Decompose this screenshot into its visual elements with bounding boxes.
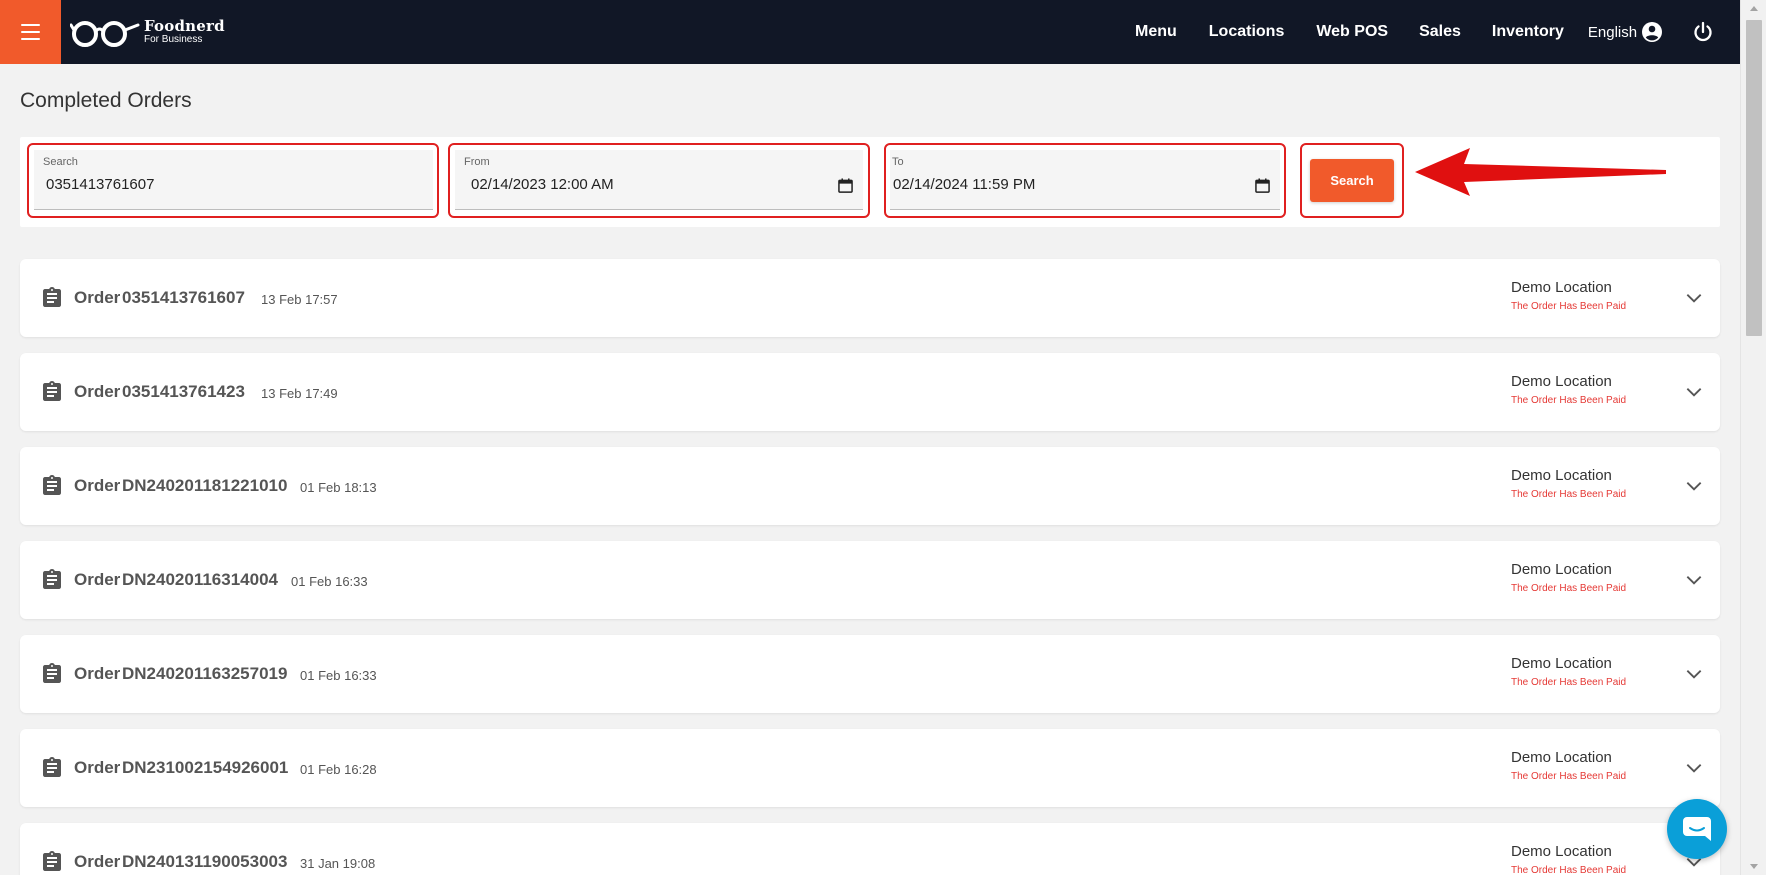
order-time: 01 Feb 16:33 [291, 574, 368, 589]
order-label: Order [74, 570, 121, 589]
order-time: 13 Feb 17:57 [261, 292, 338, 307]
clipboard-icon [43, 569, 61, 589]
clipboard-icon [43, 475, 61, 495]
hamburger-icon-bar [21, 24, 40, 26]
search-input[interactable] [46, 176, 416, 193]
order-label: Order [74, 382, 121, 401]
language-value: English [1587, 23, 1638, 41]
nav-links: Menu Locations Web POS Sales Inventory E… [1135, 0, 1663, 64]
to-field-label: To [892, 156, 904, 168]
chevron-down-icon[interactable] [1684, 288, 1704, 308]
calendar-icon[interactable] [838, 178, 853, 193]
hamburger-icon-bar [21, 38, 40, 40]
glasses-logo-icon [70, 21, 140, 47]
clipboard-icon [43, 381, 61, 401]
chevron-down-icon[interactable] [1684, 758, 1704, 778]
search-button[interactable]: Search [1310, 159, 1394, 202]
order-row[interactable]: Order DN24020116314004 01 Feb 16:33 Demo Lo… [20, 541, 1720, 619]
account-circle-icon[interactable] [1640, 20, 1664, 44]
order-time: 01 Feb 16:28 [300, 762, 377, 777]
order-row[interactable]: Order DN231002154926001 01 Feb 16:28 Demo L… [20, 729, 1720, 807]
order-id: DN231002154926001 [122, 758, 289, 777]
order-id: 0351413761423 [122, 382, 245, 401]
order-time: 31 Jan 19:08 [300, 856, 376, 871]
order-status: The Order Has Been Paid [1511, 395, 1627, 406]
clipboard-icon [43, 757, 61, 777]
calendar-icon[interactable] [1255, 178, 1270, 193]
hamburger-icon-bar [21, 31, 40, 33]
from-field-label: From [464, 156, 490, 168]
search-field[interactable]: Search [34, 150, 433, 210]
order-id: DN240201181221010 [122, 476, 288, 495]
order-row[interactable]: Order 0351413761607 13 Feb 17:57 Demo Locat… [20, 259, 1720, 337]
order-status: The Order Has Been Paid [1511, 583, 1627, 594]
order-label: Order [74, 852, 121, 871]
from-date-value: 02/14/2023 12:00 AM [471, 176, 614, 193]
order-location: Demo Location [1511, 843, 1612, 860]
order-label: Order [74, 288, 121, 307]
order-status: The Order Has Been Paid [1511, 301, 1627, 312]
chevron-down-icon[interactable] [1684, 570, 1704, 590]
nav-link-inventory[interactable]: Inventory [1492, 23, 1564, 41]
chat-button[interactable] [1667, 799, 1727, 859]
order-location: Demo Location [1511, 655, 1612, 672]
order-status: The Order Has Been Paid [1511, 865, 1627, 875]
to-date-value: 02/14/2024 11:59 PM [893, 176, 1036, 193]
order-id: DN24020116314004 [122, 570, 278, 589]
order-location: Demo Location [1511, 561, 1612, 578]
clipboard-icon [43, 851, 61, 871]
chevron-down-icon[interactable] [1684, 476, 1704, 496]
brand-tagline: For Business [144, 34, 203, 45]
order-location: Demo Location [1511, 279, 1612, 296]
order-location: Demo Location [1511, 467, 1612, 484]
page-title: Completed Orders [20, 89, 192, 112]
order-location: Demo Location [1511, 749, 1612, 766]
order-id: DN240201163257019 [122, 664, 288, 683]
order-status: The Order Has Been Paid [1511, 771, 1627, 782]
chevron-down-icon[interactable] [1684, 664, 1704, 684]
top-navbar: Foodnerd For Business Menu Locations Web… [0, 0, 1740, 64]
clipboard-icon [43, 663, 61, 683]
nav-link-locations[interactable]: Locations [1209, 23, 1285, 41]
nav-link-web-pos[interactable]: Web POS [1316, 23, 1388, 41]
clipboard-icon [43, 287, 61, 307]
search-field-label: Search [43, 156, 78, 168]
order-id: 0351413761607 [122, 288, 245, 307]
scrollbar-thumb[interactable] [1746, 20, 1762, 336]
order-row[interactable]: Order 0351413761423 13 Feb 17:49 Demo Locat… [20, 353, 1720, 431]
brand-name: Foodnerd [144, 17, 225, 35]
order-label: Order [74, 664, 121, 683]
order-row[interactable]: Order DN240201163257019 01 Feb 16:33 Demo L… [20, 635, 1720, 713]
scroll-down-icon[interactable] [1750, 864, 1758, 869]
order-label: Order [74, 476, 121, 495]
red-arrow-annotation [1415, 148, 1666, 196]
page-scrollbar[interactable] [1740, 0, 1766, 875]
from-date-field[interactable]: From 02/14/2023 12:00 AM [455, 150, 863, 210]
power-icon[interactable] [1691, 20, 1715, 44]
order-status: The Order Has Been Paid [1511, 489, 1627, 500]
chevron-down-icon[interactable] [1684, 382, 1704, 402]
order-location: Demo Location [1511, 373, 1612, 390]
nav-link-sales[interactable]: Sales [1419, 23, 1461, 41]
hamburger-menu-button[interactable] [0, 0, 61, 64]
brand-logo[interactable]: Foodnerd For Business [70, 0, 225, 64]
order-time: 01 Feb 18:13 [300, 480, 377, 495]
order-row[interactable]: Order DN240131190053003 31 Jan 19:08 Demo L… [20, 823, 1720, 875]
chat-icon [1683, 817, 1711, 841]
scroll-up-icon[interactable] [1750, 6, 1758, 11]
order-row[interactable]: Order DN240201181221010 01 Feb 18:13 Demo L… [20, 447, 1720, 525]
order-id: DN240131190053003 [122, 852, 288, 871]
order-status: The Order Has Been Paid [1511, 677, 1627, 688]
nav-link-menu[interactable]: Menu [1135, 23, 1177, 41]
order-label: Order [74, 758, 121, 777]
order-time: 13 Feb 17:49 [261, 386, 338, 401]
order-time: 01 Feb 16:33 [300, 668, 377, 683]
to-date-field[interactable]: To 02/14/2024 11:59 PM [890, 150, 1280, 210]
